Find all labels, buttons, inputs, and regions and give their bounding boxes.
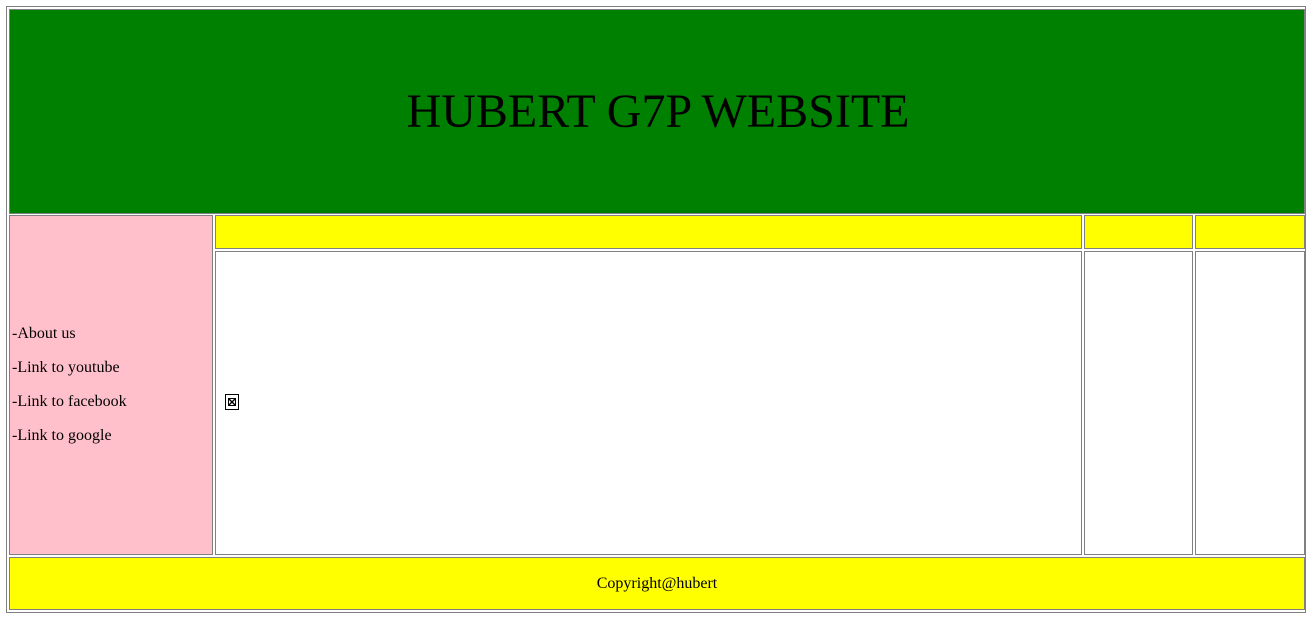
footer: Copyright@hubert xyxy=(9,557,1305,610)
top-bar-column-3 xyxy=(1195,215,1305,249)
sidebar-item-facebook[interactable]: -Link to facebook xyxy=(12,393,212,411)
layout-table: HUBERT G7P WEBSITE -About us -Link to yo… xyxy=(6,6,1306,613)
sidebar-item-youtube[interactable]: -Link to youtube xyxy=(12,359,212,377)
broken-image-icon xyxy=(225,394,239,410)
sidebar-item-about-us[interactable]: -About us xyxy=(12,325,212,343)
main-content xyxy=(215,251,1082,555)
content-column-3 xyxy=(1195,251,1305,555)
sidebar-item-google[interactable]: -Link to google xyxy=(12,427,212,445)
copyright-text: Copyright@hubert xyxy=(596,574,718,592)
site-title: HUBERT G7P WEBSITE xyxy=(406,84,910,138)
sidebar: -About us -Link to youtube -Link to face… xyxy=(9,215,213,555)
header-banner: HUBERT G7P WEBSITE xyxy=(9,9,1305,214)
content-column-2 xyxy=(1084,251,1193,555)
top-bar-main xyxy=(215,215,1082,249)
top-bar-column-2 xyxy=(1084,215,1193,249)
